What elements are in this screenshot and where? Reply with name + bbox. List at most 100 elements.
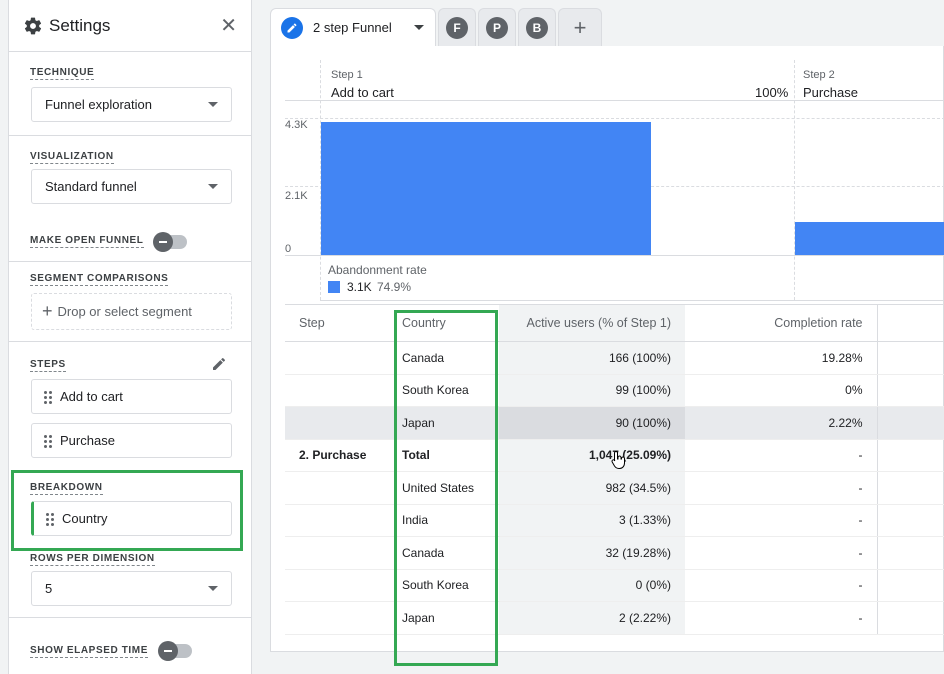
breakdown-chip-label: Country — [62, 511, 108, 526]
toggle-knob — [153, 232, 173, 252]
y-tick-label: 0 — [285, 243, 292, 255]
country-cell: Japan — [392, 406, 499, 440]
table-row[interactable]: Canada 32 (19.28%) - — [285, 536, 944, 570]
completion-rate-cell: 2.22% — [685, 406, 878, 440]
visualization-section: VISUALIZATION Standard funnel MAKE OPEN … — [9, 136, 251, 262]
country-cell: India — [392, 504, 499, 537]
funnel-canvas: Step 1 Add to cart 100% Step 2 Purchase … — [270, 46, 944, 652]
tab-2-step-funnel[interactable]: 2 step Funnel — [270, 8, 436, 46]
bar-purchase[interactable] — [795, 221, 944, 255]
pencil-icon[interactable] — [211, 356, 227, 377]
technique-dropdown[interactable]: Funnel exploration — [31, 87, 232, 122]
active-users-cell: 99 (100%) — [499, 374, 685, 407]
abandonment-percent: 74.9% — [377, 280, 412, 294]
active-users-cell: 166 (100%) — [499, 341, 685, 375]
active-users-cell: 982 (34.5%) — [499, 471, 685, 505]
tab-letter: F — [446, 16, 468, 39]
col-header-step[interactable]: Step — [285, 304, 392, 342]
active-users-cell: 0 (0%) — [499, 569, 685, 602]
col-header-completion-rate[interactable]: Completion rate — [685, 304, 878, 342]
step-chip-purchase[interactable]: Purchase — [31, 423, 232, 458]
settings-header: Settings ✕ — [9, 0, 251, 52]
tab-letter: P — [486, 16, 508, 39]
open-funnel-label: MAKE OPEN FUNNEL — [30, 235, 144, 248]
rows-label: ROWS PER DIMENSION — [30, 553, 155, 566]
table-header-row: Step Country Active users (% of Step 1) … — [285, 304, 944, 342]
completion-rate-cell: - — [685, 471, 878, 505]
empty-cell — [877, 504, 944, 537]
abandonment-value: 3.1K — [347, 280, 372, 294]
funnel-chart: Step 1 Add to cart 100% Step 2 Purchase … — [285, 60, 944, 301]
step-cell — [285, 341, 392, 375]
col-header-country[interactable]: Country — [392, 304, 499, 342]
steps-label: STEPS — [30, 359, 66, 372]
country-cell: South Korea — [392, 569, 499, 602]
empty-cell — [877, 374, 944, 407]
tab-bar: 2 step Funnel F P B + — [270, 8, 604, 46]
step-chip-label: Purchase — [60, 433, 115, 448]
segment-placeholder: Drop or select segment — [57, 304, 192, 319]
step-cell: 2. Purchase — [285, 439, 392, 472]
tab-f[interactable]: F — [438, 8, 476, 46]
step-cell — [285, 601, 392, 635]
empty-cell — [877, 341, 944, 375]
country-cell: South Korea — [392, 374, 499, 407]
table-row[interactable]: South Korea 0 (0%) - — [285, 569, 944, 602]
tab-label: 2 step Funnel — [313, 20, 392, 35]
caret-down-icon — [208, 184, 218, 189]
drag-handle-icon[interactable] — [44, 434, 52, 448]
country-cell: Total — [392, 439, 499, 472]
active-users-cell: 1,047 (25.09%) — [499, 439, 685, 472]
table-row[interactable]: Canada 166 (100%) 19.28% — [285, 341, 944, 375]
empty-cell — [877, 569, 944, 602]
bar-add-to-cart[interactable] — [321, 121, 651, 255]
step-chip-add-to-cart[interactable]: Add to cart — [31, 379, 232, 414]
drag-handle-icon[interactable] — [44, 390, 52, 404]
gear-icon — [23, 16, 43, 36]
completion-rate-cell: - — [685, 439, 878, 472]
caret-down-icon[interactable] — [413, 25, 424, 30]
table-row[interactable]: South Korea 99 (100%) 0% — [285, 374, 944, 407]
tab-b[interactable]: B — [518, 8, 556, 46]
open-funnel-toggle[interactable] — [153, 232, 187, 252]
close-icon[interactable]: ✕ — [220, 13, 237, 38]
breakdown-chip-country[interactable]: Country — [31, 501, 232, 536]
completion-rate-cell: - — [685, 569, 878, 602]
completion-rate-cell: - — [685, 504, 878, 537]
visualization-label: VISUALIZATION — [30, 151, 114, 164]
settings-panel: Settings ✕ TECHNIQUE Funnel exploration … — [8, 0, 252, 674]
rows-dropdown[interactable]: 5 — [31, 571, 232, 606]
table-row[interactable]: India 3 (1.33%) - — [285, 504, 944, 537]
table-row[interactable]: United States 982 (34.5%) - — [285, 471, 944, 505]
visualization-dropdown[interactable]: Standard funnel — [31, 169, 232, 204]
settings-title: Settings — [49, 15, 111, 35]
drag-handle-icon[interactable] — [46, 512, 54, 526]
segment-drop-zone[interactable]: + Drop or select segment — [31, 293, 232, 330]
table-row[interactable]: Japan 2 (2.22%) - — [285, 601, 944, 635]
caret-down-icon — [208, 102, 218, 107]
elapsed-toggle[interactable] — [158, 641, 192, 661]
step-1-number: Step 1 — [331, 69, 363, 81]
step-2-name: Purchase — [803, 85, 858, 100]
col-header-active-users[interactable]: Active users (% of Step 1) — [499, 304, 685, 342]
add-tab-button[interactable]: + — [558, 8, 602, 46]
tab-p[interactable]: P — [478, 8, 516, 46]
caret-down-icon — [208, 586, 218, 591]
step-cell — [285, 569, 392, 602]
step-cell — [285, 471, 392, 505]
table-row[interactable]: Japan 90 (100%) 2.22% — [285, 406, 944, 440]
step-1-name: Add to cart — [331, 85, 394, 100]
country-cell: United States — [392, 471, 499, 505]
country-cell: Canada — [392, 536, 499, 570]
completion-rate-cell: 19.28% — [685, 341, 878, 375]
elapsed-label: SHOW ELAPSED TIME — [30, 645, 148, 658]
segments-section: SEGMENT COMPARISONS + Drop or select seg… — [9, 262, 251, 342]
tab-letter: B — [526, 16, 548, 39]
country-cell: Japan — [392, 601, 499, 635]
technique-label: TECHNIQUE — [30, 67, 95, 80]
y-tick-label: 4.3K — [285, 119, 308, 131]
step-chip-label: Add to cart — [60, 389, 123, 404]
technique-value: Funnel exploration — [45, 97, 152, 112]
pencil-icon — [281, 16, 303, 39]
hand-cursor-icon — [611, 450, 627, 475]
